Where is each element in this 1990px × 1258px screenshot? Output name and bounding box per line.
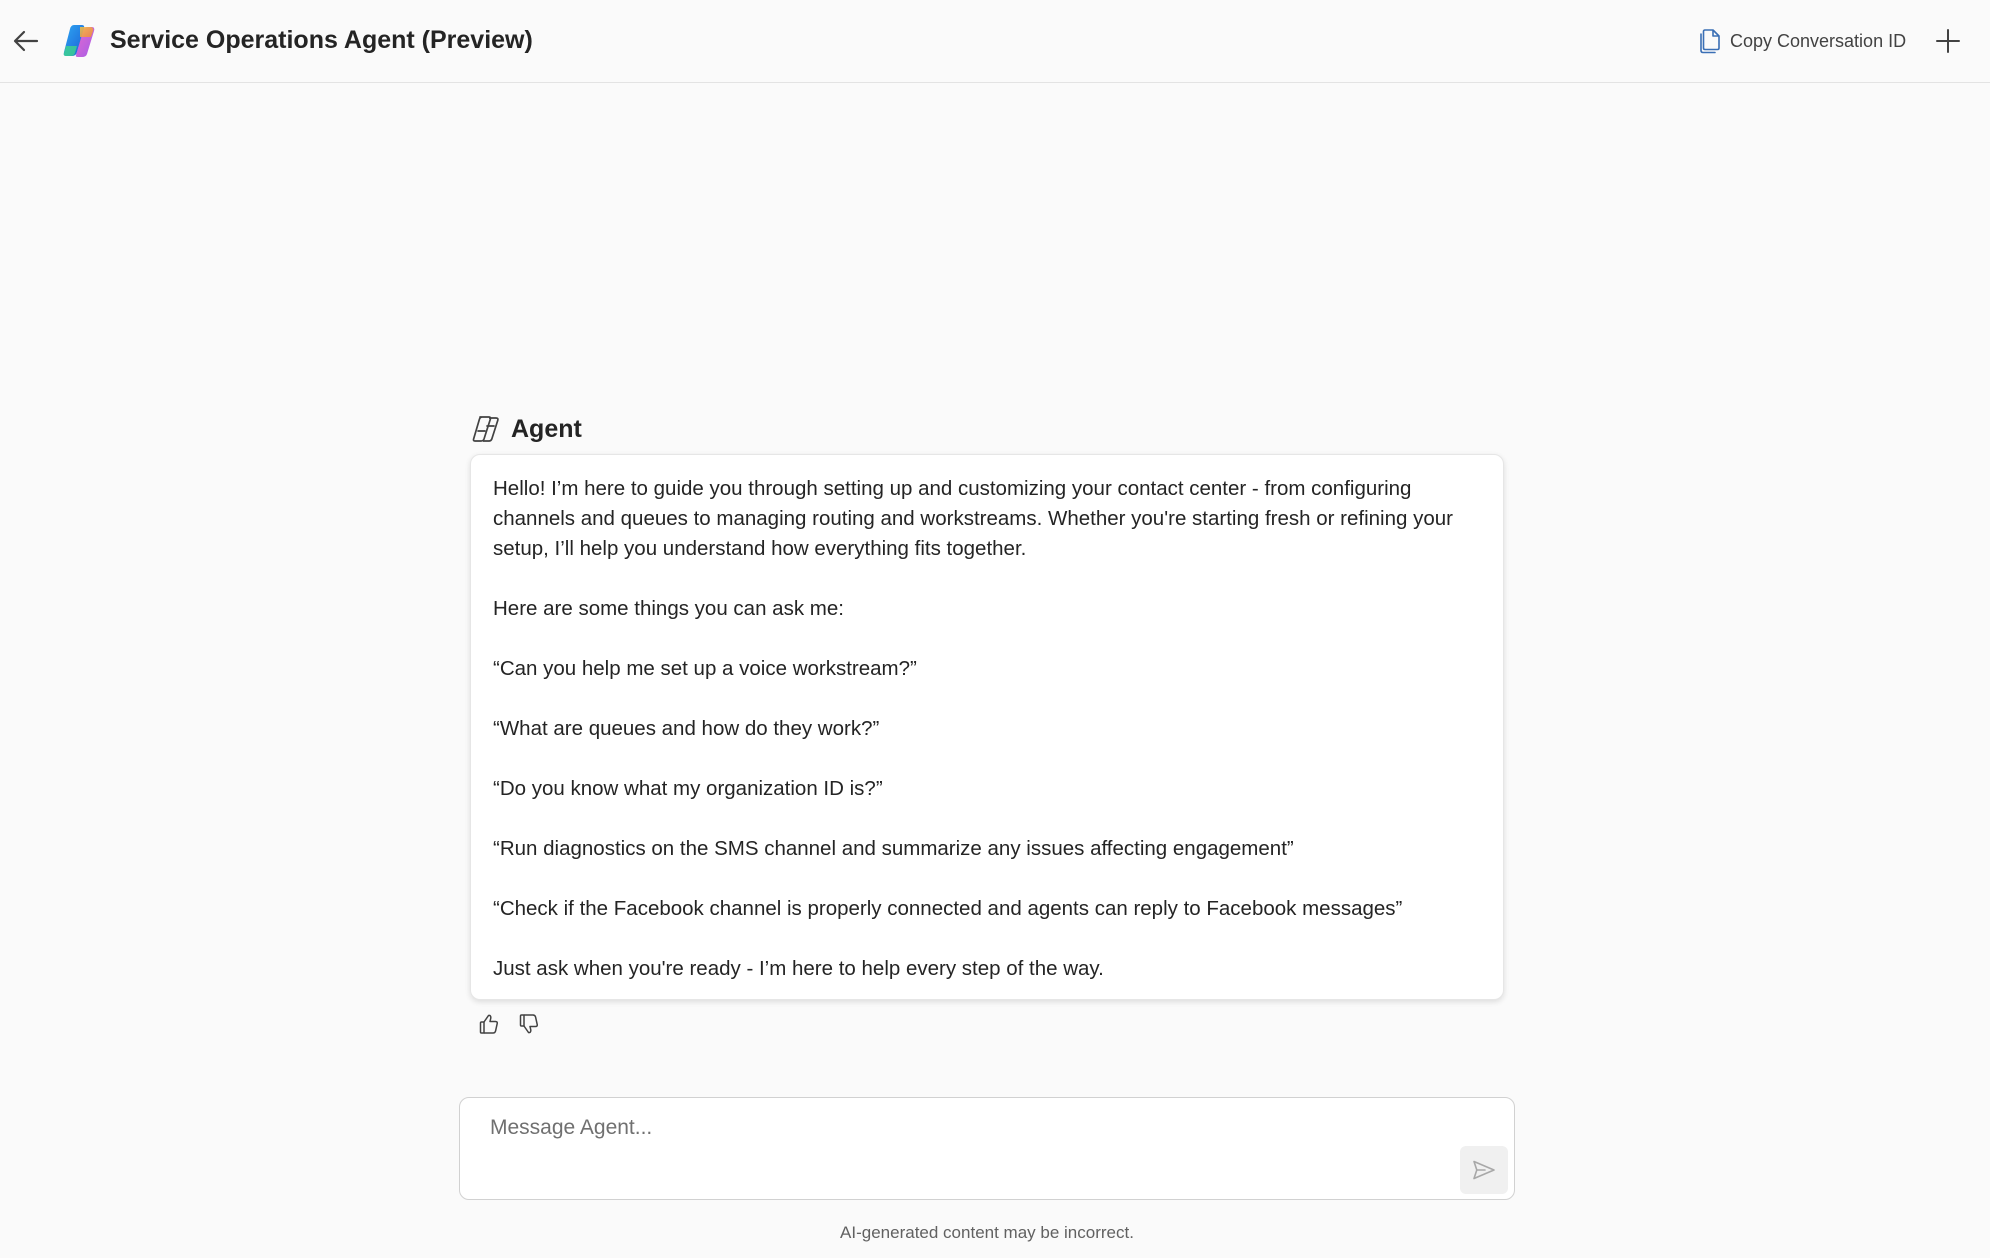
- suggestion-text: “Run diagnostics on the SMS channel and …: [493, 837, 1294, 860]
- arrow-left-icon: [13, 30, 39, 52]
- suggestion-text: “Do you know what my organization ID is?…: [493, 777, 883, 800]
- message-paragraph: Here are some things you can ask me:: [493, 597, 844, 620]
- agent-message: Hello! I’m here to guide you through set…: [470, 454, 1504, 1000]
- back-button[interactable]: [8, 20, 44, 62]
- thumbs-up-icon: [479, 1014, 499, 1034]
- agent-name: Agent: [511, 414, 582, 443]
- message-paragraph: Just ask when you're ready - I’m here to…: [493, 957, 1104, 980]
- message-input[interactable]: [490, 1116, 1470, 1156]
- ai-disclaimer: AI-generated content may be incorrect.: [840, 1223, 1134, 1242]
- suggestion-text: “What are queues and how do they work?”: [493, 717, 880, 740]
- message-composer: [459, 1097, 1515, 1200]
- new-conversation-button[interactable]: [1930, 22, 1966, 60]
- like-button[interactable]: [476, 1010, 502, 1038]
- copilot-logo-icon: [63, 25, 95, 57]
- suggestion-text: “Check if the Facebook channel is proper…: [493, 897, 1403, 920]
- app-header: Service Operations Agent (Preview) Copy …: [0, 0, 1990, 83]
- page-title: Service Operations Agent (Preview): [110, 26, 533, 54]
- thumbs-down-icon: [519, 1014, 539, 1034]
- send-button[interactable]: [1460, 1146, 1508, 1194]
- agent-icon: [472, 416, 499, 442]
- send-icon: [1473, 1160, 1495, 1180]
- suggestion-text: “Can you help me set up a voice workstre…: [493, 657, 917, 680]
- agent-header: Agent: [470, 414, 582, 444]
- dislike-button[interactable]: [516, 1010, 542, 1038]
- copy-icon: [1700, 29, 1720, 54]
- message-paragraph: Hello! I’m here to guide you through set…: [493, 477, 1453, 560]
- message-feedback: [476, 1010, 542, 1038]
- copy-conversation-id-button[interactable]: Copy Conversation ID: [1698, 24, 1906, 58]
- plus-icon: [1936, 29, 1960, 53]
- copy-conversation-id-label: Copy Conversation ID: [1730, 30, 1907, 51]
